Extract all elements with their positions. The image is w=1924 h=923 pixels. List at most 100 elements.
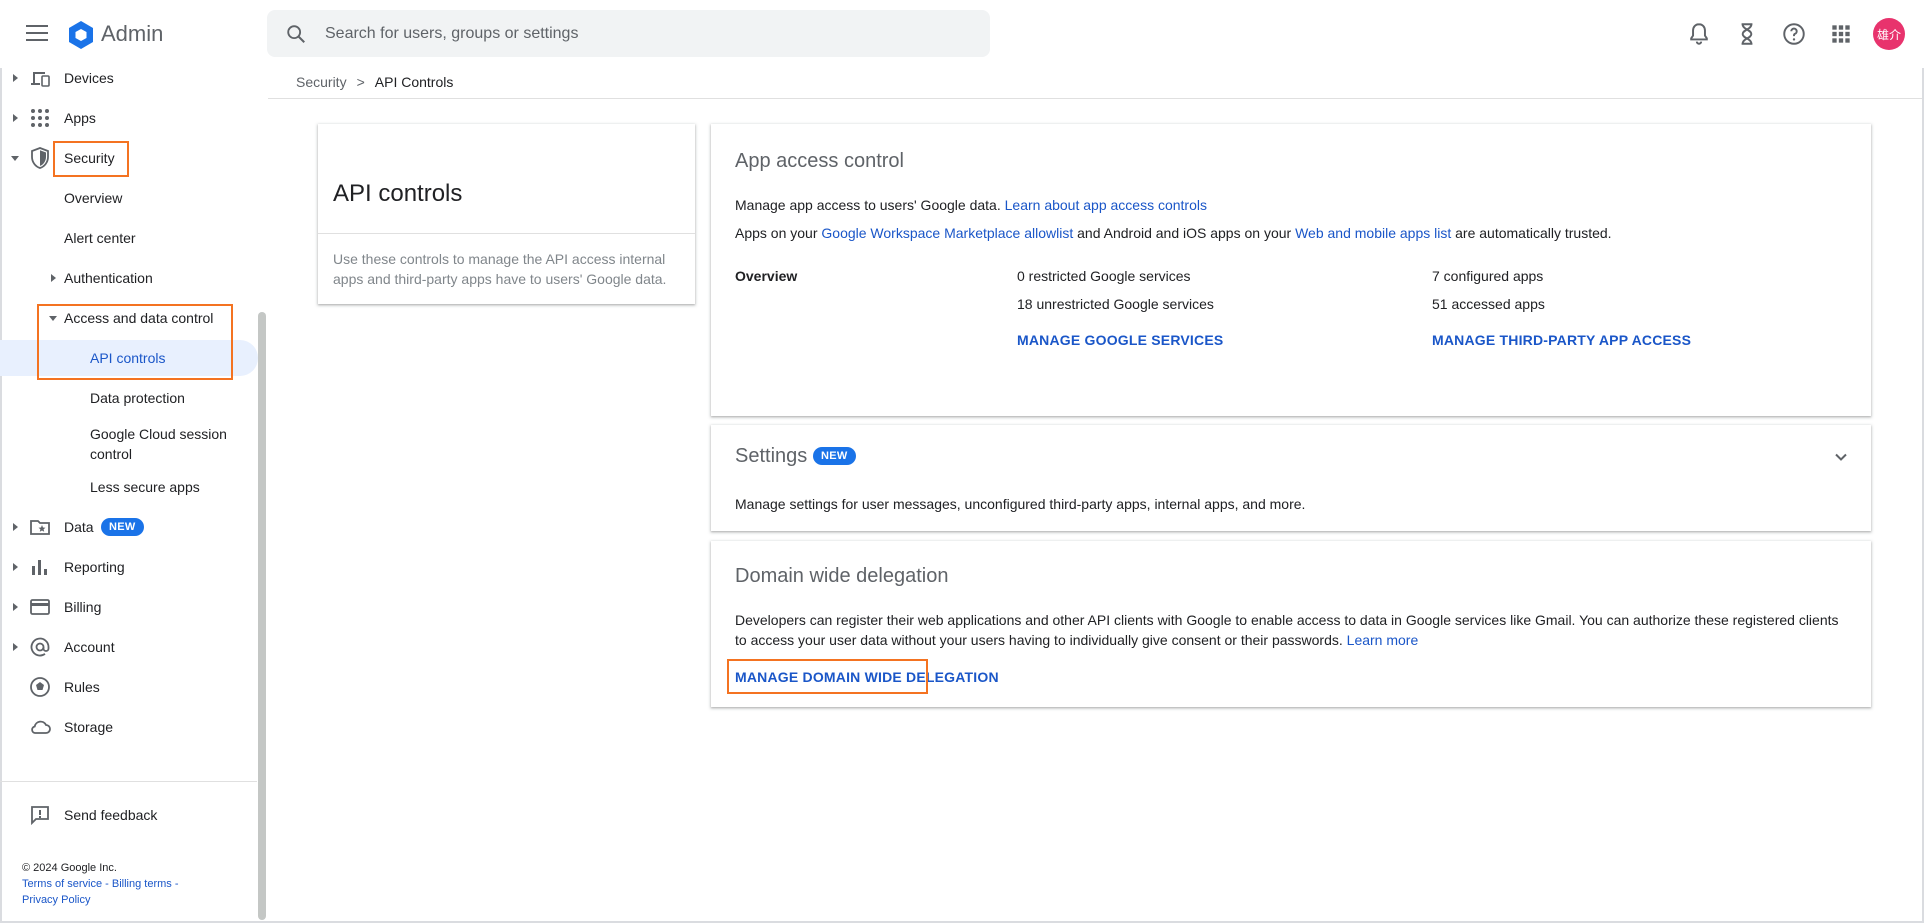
app-access-line1: Manage app access to users' Google data.… — [735, 197, 1207, 213]
sidebar-label-less-secure-apps: Less secure apps — [90, 479, 200, 495]
footer-links: Terms of service - Billing terms - Priva… — [22, 876, 222, 908]
caret-right-icon[interactable] — [10, 602, 20, 612]
sidebar-label-rules: Rules — [64, 679, 100, 695]
rules-icon — [30, 677, 50, 697]
sidebar-label-authentication: Authentication — [64, 270, 153, 286]
breadcrumb-separator: > — [356, 74, 365, 90]
sidebar-label-security: Security — [64, 150, 115, 166]
caret-right-icon[interactable] — [10, 522, 20, 532]
cloud-icon — [31, 720, 51, 734]
sidebar-label-devices: Devices — [64, 70, 114, 86]
help-icon[interactable] — [1781, 21, 1807, 47]
configured-apps: 7 configured apps — [1432, 268, 1544, 284]
sidebar-label-storage: Storage — [64, 719, 114, 735]
card-divider — [318, 233, 695, 234]
breadcrumb-current: API Controls — [374, 74, 454, 90]
chevron-down-icon[interactable] — [1831, 447, 1851, 467]
sidebar-label-account: Account — [64, 639, 115, 655]
sidebar-label-overview: Overview — [64, 190, 123, 206]
sidebar-item-reporting[interactable]: Reporting — [0, 549, 258, 585]
sidebar-item-data[interactable]: Data NEW — [0, 509, 258, 545]
top-bar: Admin 雄介 — [0, 0, 1924, 68]
link-separator: - — [174, 878, 179, 890]
billing-terms-link[interactable]: Billing terms — [112, 878, 172, 890]
sidebar-label-reporting: Reporting — [64, 559, 125, 575]
bar-chart-icon — [32, 560, 47, 575]
sidebar-item-alert-center[interactable]: Alert center — [0, 220, 258, 256]
sidebar-label-data-protection: Data protection — [90, 390, 185, 406]
web-mobile-apps-link[interactable]: Web and mobile apps list — [1295, 225, 1451, 241]
sidebar-item-authentication[interactable]: Authentication — [0, 260, 258, 296]
sidebar-label-api-controls: API controls — [90, 350, 166, 366]
settings-card[interactable]: Settings NEW Manage settings for user me… — [711, 425, 1871, 531]
settings-title: Settings — [735, 445, 808, 467]
shield-icon — [31, 147, 49, 169]
manage-domain-wide-delegation-button[interactable]: MANAGE DOMAIN WIDE DELEGATION — [735, 669, 999, 685]
sidebar-item-gcloud-session[interactable]: Google Cloud session control — [0, 422, 258, 466]
sidebar-item-rules[interactable]: Rules — [0, 669, 258, 705]
sidebar-label-access-data-control: Access and data control — [64, 310, 214, 326]
sidebar-item-devices[interactable]: Devices — [0, 60, 258, 96]
search-icon — [287, 25, 305, 43]
page-description: Use these controls to manage the API acc… — [333, 251, 667, 287]
caret-right-icon[interactable] — [48, 273, 58, 283]
sidebar-label-send-feedback: Send feedback — [64, 807, 158, 823]
sidebar-item-less-secure-apps[interactable]: Less secure apps — [0, 469, 258, 505]
sidebar-item-billing[interactable]: Billing — [0, 589, 258, 625]
app-title: Admin — [101, 21, 164, 46]
sidebar-item-overview[interactable]: Overview — [0, 180, 258, 216]
main-menu-icon[interactable] — [26, 22, 48, 44]
domain-delegation-card: Domain wide delegation Developers can re… — [711, 541, 1871, 707]
breadcrumb: Security > API Controls — [296, 74, 453, 90]
sidebar-item-data-protection[interactable]: Data protection — [0, 380, 258, 416]
search-input[interactable] — [325, 10, 965, 57]
manage-third-party-access-button[interactable]: MANAGE THIRD-PARTY APP ACCESS — [1432, 332, 1691, 348]
credit-card-icon — [30, 599, 50, 615]
sidebar-scrollbar[interactable] — [258, 312, 266, 920]
caret-right-icon[interactable] — [10, 642, 20, 652]
sidebar-item-access-data-control[interactable]: Access and data control — [0, 300, 258, 336]
new-badge: NEW — [101, 518, 144, 536]
sidebar-item-storage[interactable]: Storage — [0, 709, 258, 745]
caret-right-icon[interactable] — [10, 113, 20, 123]
avatar[interactable]: 雄介 — [1873, 18, 1905, 50]
app-access-line2: Apps on your Google Workspace Marketplac… — [735, 225, 1612, 241]
manage-google-services-button[interactable]: MANAGE GOOGLE SERVICES — [1017, 332, 1223, 348]
marketplace-allowlist-link[interactable]: Google Workspace Marketplace allowlist — [821, 225, 1073, 241]
delegation-description: Developers can register their web applic… — [735, 612, 1839, 648]
sidebar-label-alert-center: Alert center — [64, 230, 136, 246]
app-access-title: App access control — [735, 150, 904, 172]
sidebar-item-send-feedback[interactable]: Send feedback — [0, 797, 258, 833]
learn-app-access-link[interactable]: Learn about app access controls — [1005, 197, 1207, 213]
breadcrumb-divider — [268, 98, 1922, 99]
folder-star-icon — [30, 520, 50, 535]
copyright-text: © 2024 Google Inc. — [22, 862, 117, 874]
delegation-title: Domain wide delegation — [735, 565, 949, 587]
sidebar-label-data: Data — [64, 519, 94, 535]
admin-logo-icon — [69, 21, 93, 49]
caret-down-icon[interactable] — [48, 313, 58, 323]
bell-icon[interactable] — [1686, 21, 1712, 47]
sidebar-item-apps[interactable]: Apps — [0, 100, 258, 136]
terms-link[interactable]: Terms of service — [22, 878, 102, 890]
restricted-services: 0 restricted Google services — [1017, 268, 1191, 284]
caret-right-icon[interactable] — [10, 73, 20, 83]
breadcrumb-security[interactable]: Security — [296, 74, 347, 90]
overview-label: Overview — [735, 268, 798, 284]
privacy-policy-link[interactable]: Privacy Policy — [22, 894, 90, 906]
caret-down-icon[interactable] — [10, 153, 20, 163]
apps-grid-icon[interactable] — [1828, 21, 1854, 47]
sidebar-item-account[interactable]: Account — [0, 629, 258, 665]
devices-icon — [31, 72, 50, 87]
page-title: API controls — [333, 180, 463, 207]
caret-right-icon[interactable] — [10, 562, 20, 572]
new-badge: NEW — [813, 447, 856, 465]
api-controls-info-card: API controls Use these controls to manag… — [318, 124, 695, 304]
learn-more-link[interactable]: Learn more — [1347, 632, 1419, 648]
sidebar-item-api-controls[interactable]: API controls — [0, 340, 258, 376]
hourglass-icon[interactable] — [1734, 21, 1760, 47]
search-box[interactable] — [267, 10, 990, 57]
settings-description: Manage settings for user messages, uncon… — [735, 496, 1306, 512]
sidebar-label-apps: Apps — [64, 110, 96, 126]
sidebar-item-security[interactable]: Security — [0, 140, 258, 176]
